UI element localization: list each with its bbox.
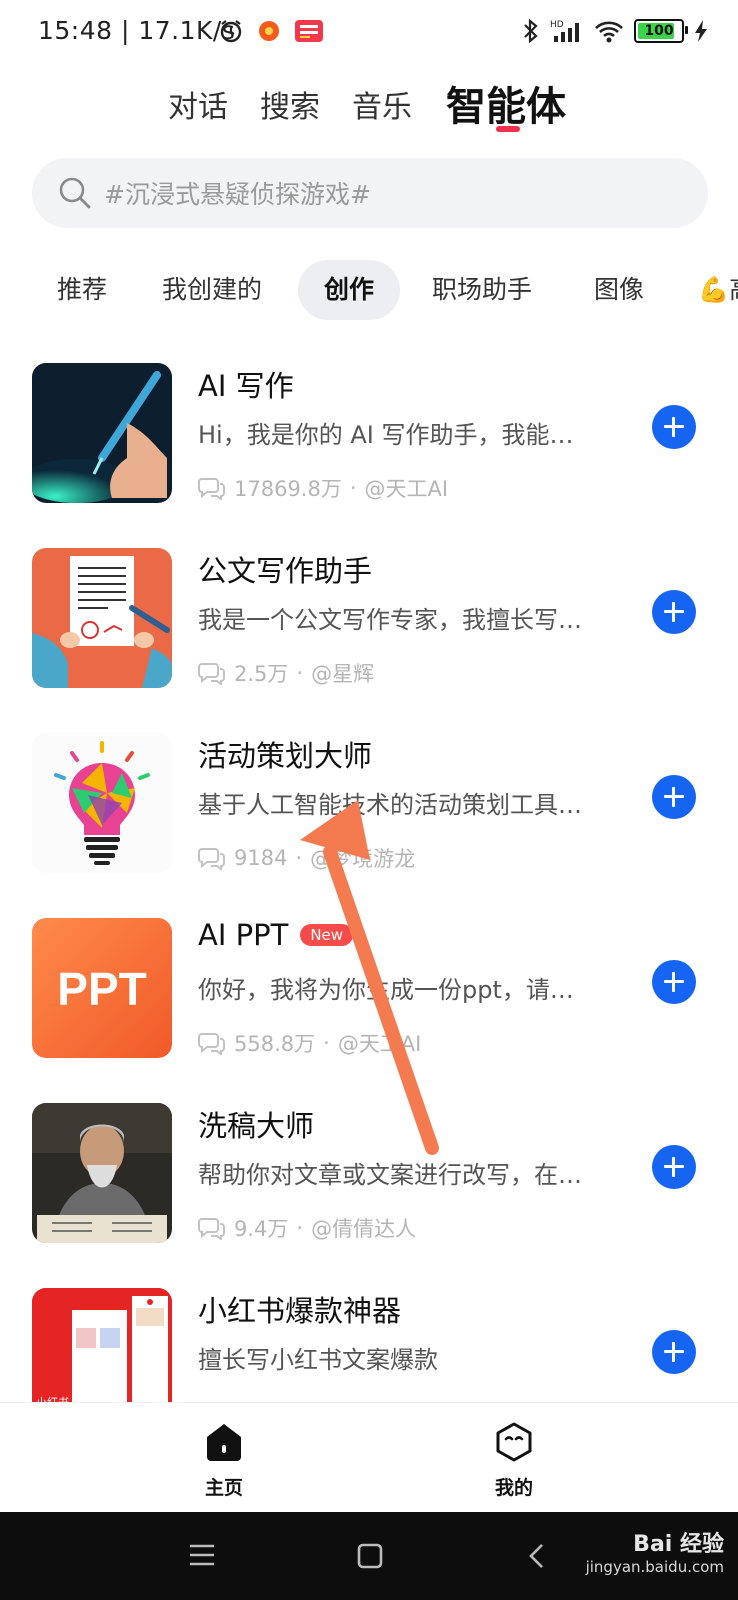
list-item[interactable]: 活动策划大师 基于人工智能技术的活动策划工具… 9184 · @梦境游龙 — [0, 715, 738, 873]
add-agent-button[interactable] — [652, 405, 696, 449]
toutiao-notification-icon — [295, 20, 323, 42]
item-title: 洗稿大师 — [198, 1109, 315, 1143]
xiaohongshu-thumbnail: 小红书 — [32, 1288, 172, 1402]
item-title: 公文写作助手 — [198, 554, 373, 588]
system-nav-bar: Bai 经验 jingyan.baidu.com — [0, 1512, 738, 1600]
list-item[interactable]: 小红书 小红书爆款神器 擅长写小红书文案爆款 — [0, 1270, 738, 1402]
document-writing-thumbnail — [32, 548, 172, 688]
item-description: 我是一个公文写作专家，我擅长写… — [198, 606, 582, 634]
item-meta: 9.4万 · @倩倩达人 — [198, 1213, 416, 1243]
item-title: 小红书爆款神器 — [198, 1294, 402, 1328]
add-agent-button[interactable] — [652, 1145, 696, 1189]
lightbulb-thumbnail — [32, 733, 172, 873]
list-item[interactable]: AI 写作 Hi，我是你的 AI 写作助手，我能… 17869.8万 · @天工AI — [0, 345, 738, 503]
chat-bubble-icon — [198, 1033, 225, 1055]
ppt-thumbnail-text: PPT — [57, 963, 147, 1015]
add-agent-button[interactable] — [652, 1330, 696, 1374]
search-bar[interactable] — [32, 158, 708, 228]
new-badge: New — [300, 924, 354, 946]
bottom-nav: 主页 我的 — [0, 1402, 738, 1513]
list-item[interactable]: PPT AI PPT New 你好，我将为你生成一份ppt，请… 558.8万 ·… — [0, 900, 738, 1058]
add-agent-button[interactable] — [652, 960, 696, 1004]
category-recommended[interactable]: 推荐 — [57, 260, 107, 320]
menu-icon[interactable] — [188, 1542, 216, 1568]
category-tabs: 推荐 我创建的 创作 职场助手 图像 💪高 — [0, 260, 738, 320]
status-system-icons: HD 100 — [522, 18, 708, 44]
ppt-thumbnail: PPT — [32, 918, 172, 1058]
category-creation[interactable]: 创作 — [298, 260, 401, 320]
item-description: 你好，我将为你生成一份ppt，请… — [198, 976, 574, 1004]
bluetooth-icon — [524, 18, 538, 44]
charging-icon — [695, 20, 707, 42]
add-agent-button[interactable] — [652, 590, 696, 634]
ai-writing-thumbnail — [32, 363, 172, 503]
item-description: Hi，我是你的 AI 写作助手，我能… — [198, 421, 574, 449]
status-notification-icons — [218, 18, 324, 44]
item-description: 擅长写小红书文案爆款 — [198, 1346, 438, 1374]
signal-icon: HD — [550, 20, 579, 42]
xiaohongshu-logo-text: 小红书 — [36, 1394, 69, 1402]
item-description: 基于人工智能技术的活动策划工具… — [198, 791, 582, 819]
category-image[interactable]: 图像 — [594, 260, 644, 320]
rewrite-master-thumbnail — [32, 1103, 172, 1243]
status-time: 15:48 | 17.1K/s — [38, 16, 236, 45]
top-tabs: 对话 搜索 音乐 智能体 — [0, 74, 738, 140]
list-item[interactable]: 公文写作助手 我是一个公文写作专家，我擅长写… 2.5万 · @星辉 — [0, 530, 738, 688]
chat-bubble-icon — [198, 848, 225, 870]
baidu-watermark: Bai 经验 jingyan.baidu.com — [585, 1532, 724, 1576]
chat-bubble-icon — [198, 478, 225, 500]
item-title: AI 写作 — [198, 369, 294, 403]
active-tab-indicator — [496, 126, 520, 132]
home-icon — [207, 1424, 241, 1461]
chat-bubble-icon — [198, 1218, 225, 1240]
wifi-icon — [595, 21, 623, 43]
category-more[interactable]: 💪高 — [698, 260, 738, 320]
item-meta: 17869.8万 · @天工AI — [198, 473, 448, 503]
list-item[interactable]: 洗稿大师 帮助你对文章或文案进行改写，在… 9.4万 · @倩倩达人 — [0, 1085, 738, 1243]
add-agent-button[interactable] — [652, 775, 696, 819]
nav-home[interactable]: 主页 — [174, 1421, 274, 1500]
app-notification-icon — [259, 21, 279, 41]
home-square-icon[interactable] — [356, 1542, 384, 1570]
item-description: 帮助你对文章或文案进行改写，在… — [198, 1161, 582, 1189]
category-my-created[interactable]: 我创建的 — [162, 260, 262, 320]
item-meta: 2.5万 · @星辉 — [198, 658, 374, 688]
item-title: AI PPT New — [198, 918, 354, 952]
svg-text:HD: HD — [550, 20, 564, 30]
category-workplace[interactable]: 职场助手 — [432, 260, 532, 320]
chat-bubble-icon — [198, 663, 225, 685]
tab-agents[interactable]: 智能体 — [446, 74, 566, 132]
tab-music[interactable]: 音乐 — [352, 82, 412, 126]
battery-icon: 100 — [634, 19, 688, 43]
back-icon[interactable] — [526, 1542, 546, 1570]
item-title: 活动策划大师 — [198, 739, 373, 773]
search-input[interactable] — [102, 170, 686, 218]
search-icon — [59, 177, 91, 209]
status-bar: 15:48 | 17.1K/s HD 100 — [0, 0, 738, 64]
alarm-icon — [220, 20, 242, 43]
tab-search[interactable]: 搜索 — [260, 82, 320, 126]
nav-mine[interactable]: 我的 — [464, 1421, 564, 1500]
tab-chat[interactable]: 对话 — [168, 82, 228, 126]
agent-list: AI 写作 Hi，我是你的 AI 写作助手，我能… 17869.8万 · @天工AI… — [0, 345, 738, 1402]
item-meta: 9184 · @梦境游龙 — [198, 843, 415, 873]
profile-face-icon — [496, 1422, 532, 1462]
item-meta: 558.8万 · @天工AI — [198, 1028, 421, 1058]
